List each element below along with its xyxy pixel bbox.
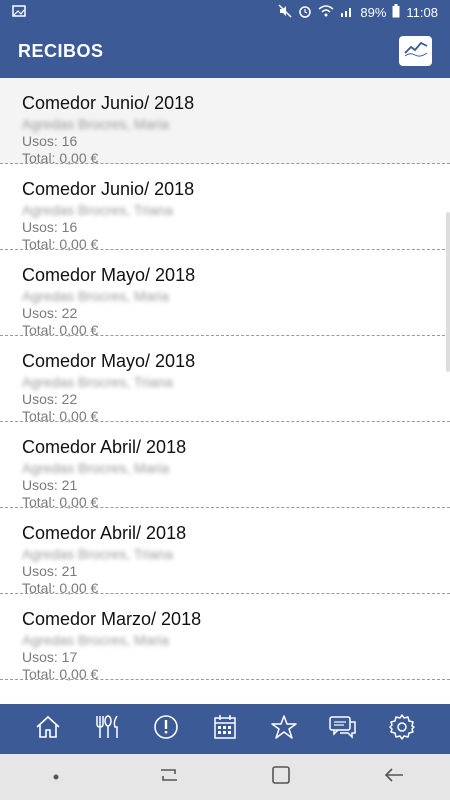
gear-icon [388,713,416,746]
alarm-icon [298,4,312,21]
battery-percent: 89% [360,4,387,20]
status-bar: 89% 11:08 [0,0,450,24]
scrollbar[interactable] [446,212,450,372]
list-item[interactable]: Comedor Junio/ 2018 Agredas Brocres, Tri… [0,164,450,252]
list-item[interactable]: Comedor Abril/ 2018 Agredas Brocres, Mar… [0,422,450,510]
tab-alerts[interactable] [148,711,184,747]
receipt-uses: Usos: 21 [22,477,78,493]
student-name: Agredas Brocres, Maria [22,288,170,304]
home-button[interactable] [261,757,301,797]
student-name: Agredas Brocres, Maria [22,116,170,132]
app-bar: RECIBOS [0,24,450,78]
receipt-uses: Usos: 16 [22,219,78,235]
receipt-total: Total: 0,00 € [22,666,99,682]
receipt-uses: Usos: 17 [22,649,78,665]
receipt-list[interactable]: Comedor Junio/ 2018 Agredas Brocres, Mar… [0,78,450,704]
list-item[interactable]: Comedor Mayo/ 2018 Agredas Brocres, Mari… [0,250,450,338]
receipt-title: Comedor Mayo/ 2018 [22,351,196,371]
receipt-title: Comedor Abril/ 2018 [22,437,187,457]
cutlery-icon [93,714,121,745]
image-notification-icon [12,4,26,20]
signal-icon [340,5,354,20]
tab-settings[interactable] [384,711,420,747]
tab-favorites[interactable] [266,711,302,747]
student-name: Agredas Brocres, Triana [22,546,173,562]
battery-icon [392,3,400,21]
nav-dot-button[interactable] [36,757,76,797]
star-icon [270,714,298,745]
receipt-title: Comedor Mayo/ 2018 [22,265,196,285]
wifi-icon [318,4,334,20]
receipt-uses: Usos: 16 [22,133,78,149]
tab-home[interactable] [30,711,66,747]
alert-icon [153,714,179,745]
tab-messages[interactable] [325,711,361,747]
receipt-title: Comedor Junio/ 2018 [22,93,195,113]
mute-icon [278,3,292,21]
receipt-uses: Usos: 21 [22,563,78,579]
receipt-title: Comedor Marzo/ 2018 [22,609,202,629]
receipt-uses: Usos: 22 [22,305,78,321]
chat-icon [328,715,358,744]
back-arrow-icon [383,767,405,788]
list-item[interactable]: Comedor Junio/ 2018 Agredas Brocres, Mar… [0,78,450,166]
calendar-icon [213,714,237,745]
system-navigation-bar [0,754,450,800]
list-item[interactable]: Comedor Abril/ 2018 Agredas Brocres, Tri… [0,508,450,596]
chart-button[interactable] [399,36,432,66]
student-name: Agredas Brocres, Maria [22,460,170,476]
receipt-title: Comedor Junio/ 2018 [22,179,195,199]
student-name: Agredas Brocres, Triana [22,202,173,218]
recent-apps-icon [158,766,180,789]
list-item[interactable]: Comedor Marzo/ 2018 Agredas Brocres, Mar… [0,594,450,682]
list-item[interactable]: Comedor Mayo/ 2018 Agredas Brocres, Tria… [0,336,450,424]
receipt-uses: Usos: 22 [22,391,78,407]
receipt-title: Comedor Abril/ 2018 [22,523,187,543]
dot-icon [52,768,60,786]
back-button[interactable] [374,757,414,797]
square-icon [271,765,291,790]
chart-icon [403,39,429,64]
clock: 11:08 [406,4,438,20]
tab-dining[interactable] [89,711,125,747]
page-title: RECIBOS [18,40,104,61]
bottom-tab-bar [0,704,450,754]
student-name: Agredas Brocres, Triana [22,374,173,390]
recent-apps-button[interactable] [149,757,189,797]
tab-calendar[interactable] [207,711,243,747]
home-icon [35,715,61,744]
student-name: Agredas Brocres, Maria [22,632,170,648]
